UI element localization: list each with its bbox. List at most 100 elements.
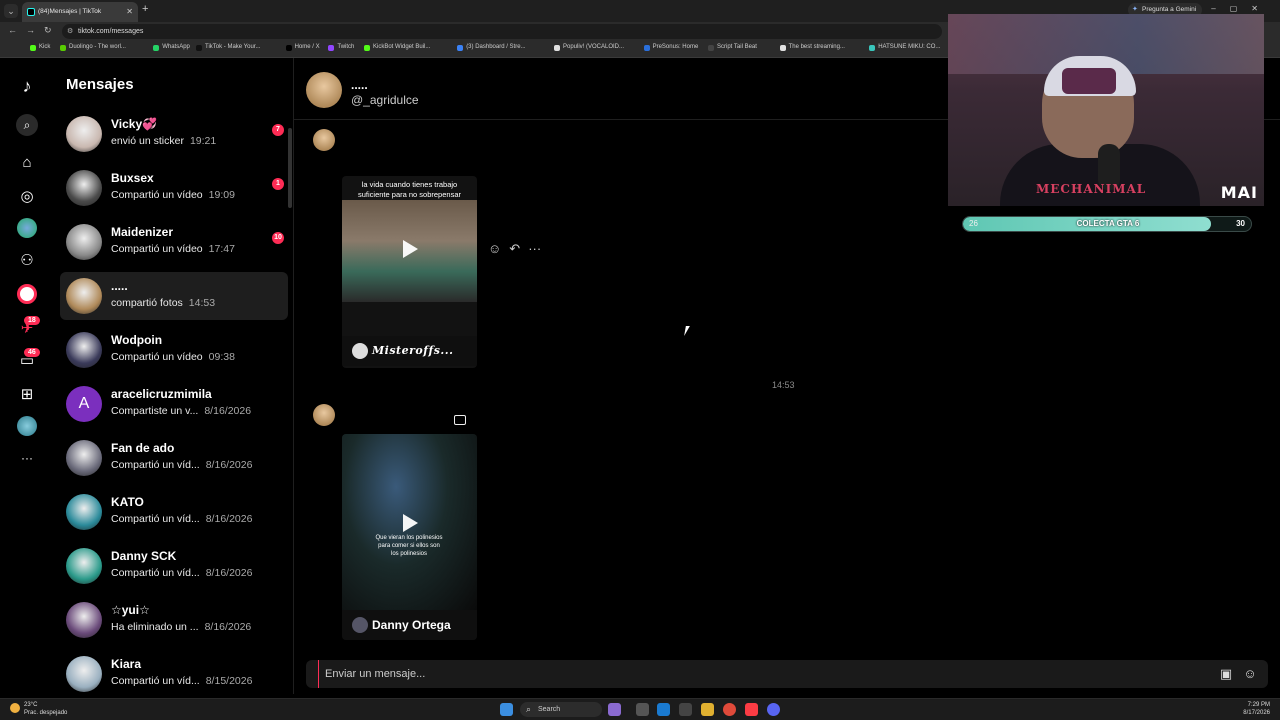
messages-title: Mensajes — [66, 76, 134, 93]
bookmark-item[interactable]: Populiv! (VOCALOID... — [554, 44, 624, 51]
react-emoji-icon[interactable]: ☺ — [488, 241, 501, 256]
bookmark-item[interactable]: Home / X — [285, 44, 320, 51]
list-scrollbar[interactable] — [288, 128, 292, 208]
message-input[interactable] — [318, 660, 1198, 688]
home-icon[interactable]: ⌂ — [17, 152, 37, 172]
conversation-item[interactable]: ..... compartió fotos 14:53 — [60, 272, 288, 320]
conversation-preview: Compartió un vídeo — [111, 351, 203, 363]
conversation-item[interactable]: Buxsex Compartió un vídeo 19:09 1 — [60, 164, 288, 212]
weather-widget[interactable]: 23°C Prac. despejado — [10, 701, 67, 717]
conversation-item[interactable]: Wodpoin Compartió un vídeo 09:38 — [60, 326, 288, 374]
video-author-row[interactable]: Danny Ortega — [342, 610, 477, 640]
url-input[interactable]: tiktok.com/messages — [62, 24, 942, 39]
bookmark-item[interactable]: WhatsApp — [153, 44, 190, 51]
bookmark-item[interactable]: Duolingo - The worl... — [60, 44, 126, 51]
image-upload-icon[interactable]: ▣ — [1218, 666, 1234, 682]
settings-icon[interactable] — [679, 703, 692, 716]
conversation-time: 8/16/2026 — [204, 621, 252, 633]
conversation-name: Danny SCK — [111, 549, 177, 563]
bookmark-item[interactable]: Kick — [30, 44, 50, 51]
bookmark-item[interactable]: KickBot Widget Buil... — [364, 44, 430, 51]
bookmark-label: HATSUNE MIKU: CO... — [878, 44, 941, 50]
bookmark-item[interactable]: The best streaming... — [779, 44, 845, 51]
more-options-icon[interactable]: ··· — [528, 241, 541, 256]
goal-label: COLECTA GTA 6 — [1076, 219, 1140, 228]
message-composer: ▣ ☺ — [306, 660, 1268, 688]
chat-contact-name[interactable]: ..... — [351, 78, 368, 92]
conversation-name: Wodpoin — [111, 333, 163, 347]
message-avatar[interactable] — [313, 404, 335, 426]
system-clock[interactable]: 7:29 PM 8/17/2026 — [1243, 701, 1270, 717]
new-tab-button[interactable]: + — [142, 3, 148, 15]
reload-icon[interactable]: ↻ — [44, 25, 52, 36]
weather-sun-icon — [10, 703, 20, 713]
conversation-avatar — [66, 224, 102, 260]
chat-contact-handle[interactable]: @_agridulce — [351, 93, 419, 107]
conversation-time: 14:53 — [188, 297, 216, 309]
chrome-icon[interactable] — [723, 703, 736, 716]
bookmark-label: The best streaming... — [788, 44, 845, 50]
streamer-cap — [1062, 68, 1116, 94]
explore-icon[interactable]: ◎ — [17, 186, 37, 206]
conversation-time: 8/16/2026 — [204, 405, 252, 417]
conversation-item[interactable]: Danny SCK Compartió un víd... 8/16/2026 — [60, 542, 288, 590]
conversation-item[interactable]: ☆yui☆ Ha eliminado un ... 8/16/2026 — [60, 596, 288, 644]
conversation-time: 19:21 — [189, 135, 217, 147]
chat-avatar[interactable] — [306, 72, 342, 108]
bookmark-label: TikTok - Make Your... — [205, 44, 261, 50]
live-icon[interactable] — [17, 284, 37, 304]
tab-close-icon[interactable]: ✕ — [126, 2, 133, 22]
play-icon[interactable] — [403, 240, 418, 258]
discord-icon[interactable] — [767, 703, 780, 716]
conversation-avatar: A — [66, 386, 102, 422]
bookmark-label: (3) Dashboard / Stre... — [466, 44, 526, 50]
friends-icon[interactable]: ⚇ — [17, 250, 37, 270]
bookmark-item[interactable]: PreSonus: Home — [643, 44, 698, 51]
following-avatar-icon[interactable] — [17, 218, 37, 238]
conversation-item[interactable]: Maidenizer Compartió un vídeo 17:47 10 — [60, 218, 288, 266]
taskbar-search[interactable]: Search — [520, 702, 602, 717]
music-app-icon[interactable] — [745, 703, 758, 716]
more-icon[interactable]: ··· — [17, 448, 37, 468]
conversation-item[interactable]: KATO Compartió un víd... 8/16/2026 — [60, 488, 288, 536]
copilot-icon[interactable] — [608, 703, 621, 716]
tab-search-button[interactable]: ⌄ — [4, 4, 18, 18]
file-explorer-icon[interactable] — [701, 703, 714, 716]
message-timestamp: 14:53 — [772, 380, 795, 390]
back-icon[interactable]: ← — [8, 25, 17, 35]
conversation-name: Kiara — [111, 657, 142, 671]
bookmark-item[interactable]: Script Tail Beat — [708, 44, 757, 51]
start-icon[interactable] — [500, 703, 513, 716]
conversation-preview-row: Compartió un víd... 8/16/2026 — [111, 459, 252, 471]
upload-icon[interactable]: ⊞ — [17, 384, 37, 404]
bookmark-item[interactable]: HATSUNE MIKU: CO... — [869, 44, 941, 51]
emoji-icon[interactable]: ☺ — [1242, 666, 1258, 682]
unread-badge: 7 — [272, 124, 284, 136]
message-avatar[interactable] — [313, 129, 335, 151]
window-controls[interactable]: –▢✕ — [1211, 4, 1272, 13]
browser-tab[interactable]: (84)Mensajes | TikTok ✕ — [22, 2, 138, 22]
play-icon[interactable] — [403, 514, 418, 532]
conversation-item[interactable]: Aaracelicruzmimila Compartiste un v... 8/1… — [60, 380, 288, 428]
bookmark-item[interactable]: (3) Dashboard / Stre... — [457, 44, 526, 51]
video-author-row[interactable]: Misteroffs... — [342, 336, 477, 366]
edge-icon[interactable] — [657, 703, 670, 716]
shared-video-card[interactable]: la vida cuando tienes trabajo suficiente… — [342, 176, 477, 368]
conversation-preview: envió un sticker — [111, 135, 184, 147]
bookmark-favicon-icon — [30, 45, 36, 51]
search-icon[interactable]: ⌕ — [16, 114, 38, 136]
bookmark-favicon-icon — [285, 45, 292, 51]
bookmark-item[interactable]: Twitch — [328, 44, 354, 51]
conversation-item[interactable]: Vicky💞 envió un sticker 19:21 7 — [60, 110, 288, 158]
conversation-item[interactable]: Kiara Compartió un víd... 8/15/2026 — [60, 650, 288, 694]
conversation-preview-row: Compartió un vídeo 17:47 — [111, 243, 235, 255]
bookmark-item[interactable]: TikTok - Make Your... — [196, 44, 261, 51]
conversation-time: 8/16/2026 — [205, 459, 253, 471]
shared-video-card[interactable]: Que vieran los polinesios para comer si … — [342, 434, 477, 640]
tiktok-logo-icon[interactable]: ♪ — [17, 76, 37, 96]
task-view-icon[interactable] — [636, 703, 649, 716]
forward-icon[interactable]: → — [26, 25, 35, 35]
reply-icon[interactable]: ↶ — [509, 241, 520, 257]
profile-avatar-icon[interactable] — [17, 416, 37, 436]
conversation-item[interactable]: Fan de ado Compartió un víd... 8/16/2026 — [60, 434, 288, 482]
